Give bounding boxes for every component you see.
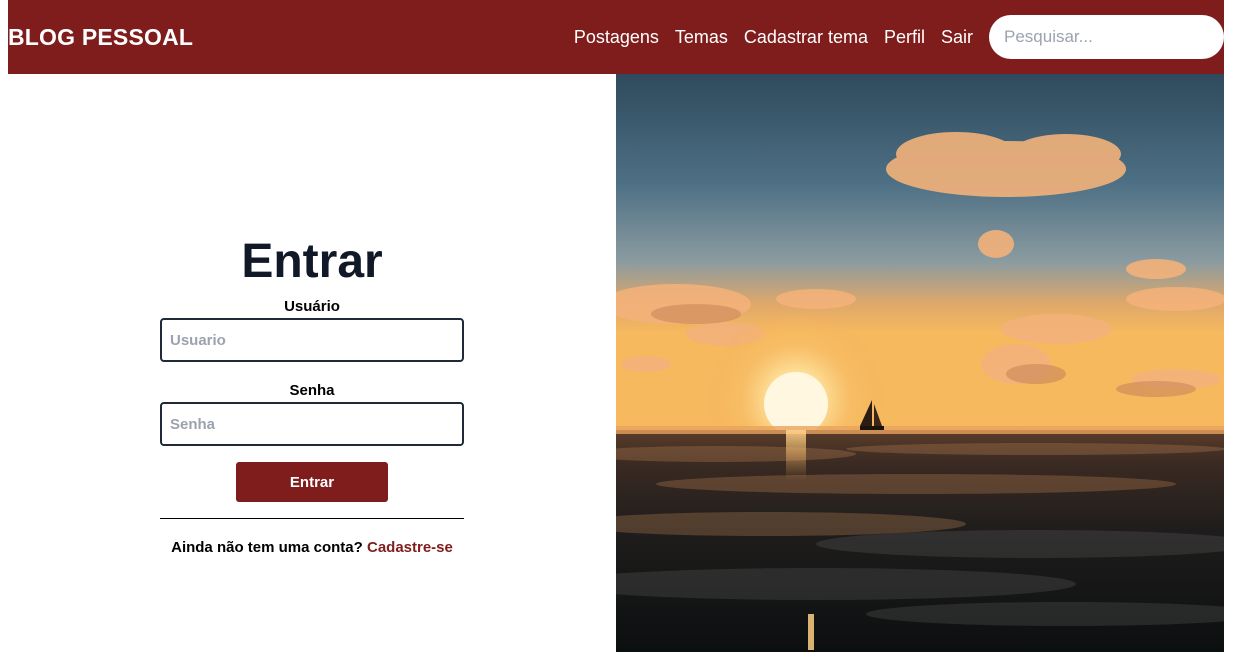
hero-image-sunset-sea xyxy=(616,74,1224,652)
login-button[interactable]: Entrar xyxy=(236,462,388,502)
navbar: BLOG PESSOAL Postagens Temas Cadastrar t… xyxy=(8,0,1224,74)
user-input[interactable] xyxy=(160,318,464,362)
nav-links: Postagens Temas Cadastrar tema Perfil Sa… xyxy=(574,27,973,48)
nav-link-cadastrar-tema[interactable]: Cadastrar tema xyxy=(744,27,868,48)
sunset-ocean-illustration xyxy=(616,74,1224,652)
divider xyxy=(160,518,464,519)
user-label: Usuário xyxy=(284,298,340,315)
nav-link-temas[interactable]: Temas xyxy=(675,27,728,48)
signup-prompt: Ainda não tem uma conta? Cadastre-se xyxy=(171,539,453,556)
nav-link-sair[interactable]: Sair xyxy=(941,27,973,48)
login-panel: Entrar Usuário Senha Entrar Ainda não te… xyxy=(8,74,616,652)
nav-link-postagens[interactable]: Postagens xyxy=(574,27,659,48)
password-input[interactable] xyxy=(160,402,464,446)
search-input[interactable] xyxy=(989,15,1224,59)
nav-link-perfil[interactable]: Perfil xyxy=(884,27,925,48)
password-label: Senha xyxy=(289,382,335,399)
page-title: Entrar xyxy=(241,235,383,288)
signup-link[interactable]: Cadastre-se xyxy=(367,539,453,556)
login-form: Entrar Usuário Senha Entrar Ainda não te… xyxy=(160,234,464,556)
brand-logo[interactable]: BLOG PESSOAL xyxy=(8,24,193,51)
signup-prompt-text: Ainda não tem uma conta? xyxy=(171,539,363,556)
